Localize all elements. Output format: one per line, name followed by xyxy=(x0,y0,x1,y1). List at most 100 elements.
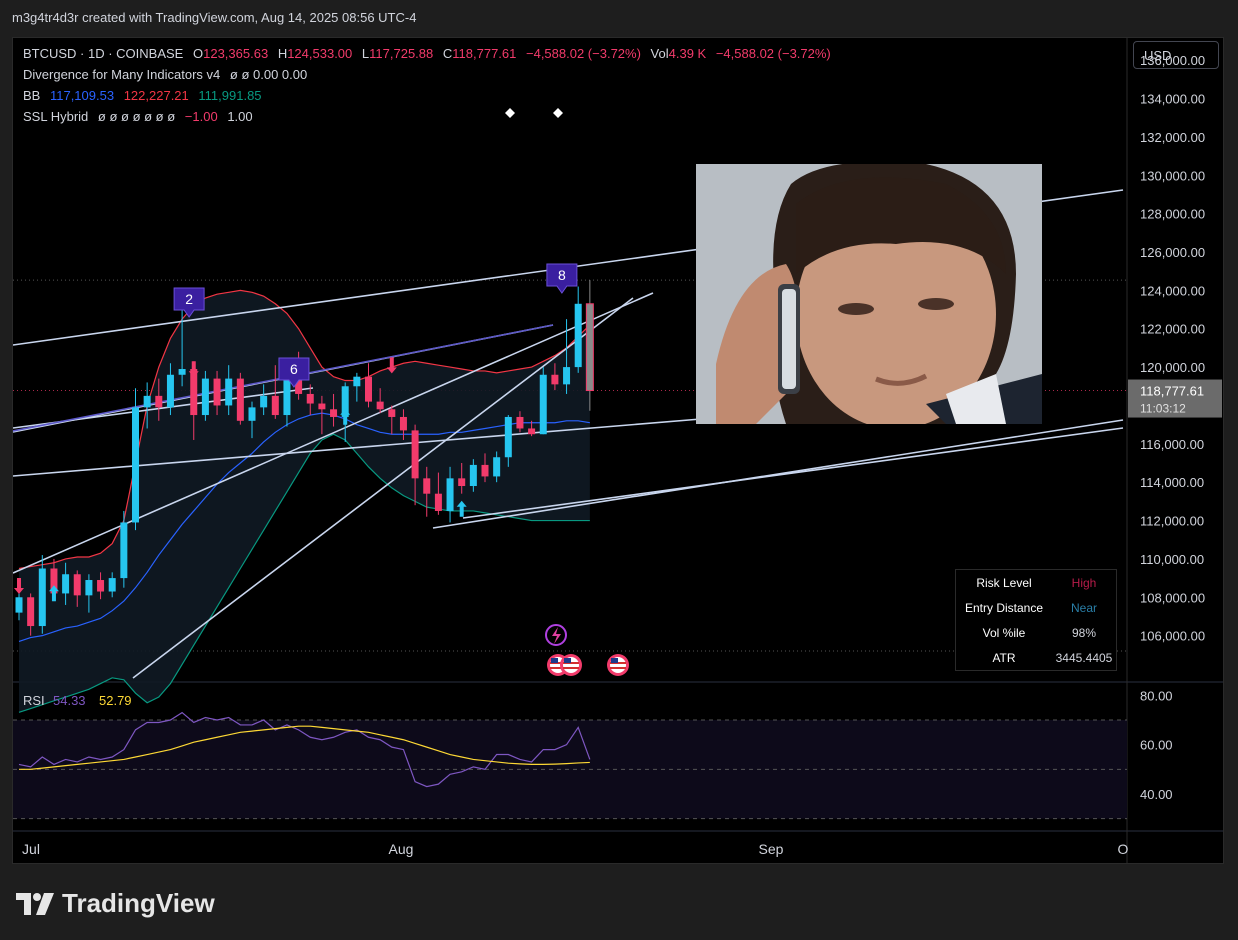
legend-bb: BB 117,109.53 122,227.21 111,991.85 xyxy=(23,88,268,103)
candle-body xyxy=(330,409,338,417)
legend-high-label: H xyxy=(277,46,288,61)
candle-body xyxy=(528,428,536,435)
price-tick-label: 134,000.00 xyxy=(1140,92,1205,107)
candle-body xyxy=(132,407,139,523)
risk-level-row: Risk Level High xyxy=(956,570,1116,595)
candle-body xyxy=(446,478,454,511)
bb-band-fill xyxy=(19,290,590,713)
candle-body xyxy=(73,574,81,596)
rsi-value: 54.33 xyxy=(53,693,86,708)
candle-body xyxy=(225,378,233,406)
legend-bb-name[interactable]: BB xyxy=(23,88,40,103)
candle-body xyxy=(365,376,372,402)
rsi-label: RSI xyxy=(23,693,45,708)
legend-ssl-name[interactable]: SSL Hybrid xyxy=(23,109,88,124)
time-tick-label: Sep xyxy=(759,841,784,857)
atr-row: ATR 3445.4405 xyxy=(956,645,1116,670)
us-flag-event-icon xyxy=(607,654,629,676)
candle-body xyxy=(388,409,396,417)
diamond-icon xyxy=(553,108,563,118)
price-tick-label: 108,000.00 xyxy=(1140,590,1205,605)
entry-distance-key: Entry Distance xyxy=(964,600,1044,615)
risk-info-table: Risk Level High Entry Distance Near Vol … xyxy=(955,569,1117,671)
legend-change: −4,588.02 (−3.72%) xyxy=(526,46,641,61)
signal-marker-label: 8 xyxy=(558,267,566,283)
candle-body xyxy=(469,464,477,487)
price-tick-label: 110,000.00 xyxy=(1140,552,1204,567)
tradingview-logo-icon xyxy=(16,892,54,915)
candle-body xyxy=(85,580,93,596)
vol-percentile-row: Vol %ile 98% xyxy=(956,620,1116,645)
time-tick-label: O xyxy=(1118,841,1129,857)
legend-vol-change: −4,588.02 (−3.72%) xyxy=(715,46,831,61)
currency-button[interactable]: USD xyxy=(1133,41,1219,69)
candle-body xyxy=(166,374,174,408)
vol-percentile-key: Vol %ile xyxy=(982,625,1026,640)
risk-level-key: Risk Level xyxy=(976,575,1032,590)
candle-body xyxy=(504,416,512,458)
rsi-tick-label: 40.00 xyxy=(1140,787,1173,802)
price-tick-label: 116,000.00 xyxy=(1140,437,1204,452)
flag-stripe xyxy=(563,667,579,669)
legend-high: 124,533.00 xyxy=(287,46,353,61)
chart-canvas[interactable]: 136,000.00134,000.00132,000.00130,000.00… xyxy=(13,38,1224,864)
price-tick-label: 120,000.00 xyxy=(1140,360,1205,375)
price-tick-label: 130,000.00 xyxy=(1140,168,1205,183)
legend-ohlc: BTCUSD · 1D · COINBASE O123,365.63 H124,… xyxy=(23,46,837,61)
legend-open: 123,365.63 xyxy=(203,46,269,61)
legend-ssl-empty: ø ø ø ø ø ø ø xyxy=(97,109,176,124)
legend-symbol[interactable]: BTCUSD · 1D · COINBASE xyxy=(23,46,183,61)
candle-body xyxy=(155,395,163,408)
lightning-event-icon xyxy=(545,624,567,646)
time-tick-label: Jul xyxy=(22,841,40,857)
legend-vol: 4.39 K xyxy=(668,46,707,61)
legend-ssl-pos: 1.00 xyxy=(227,109,253,124)
flag-canton xyxy=(551,658,558,663)
price-tick-label: 124,000.00 xyxy=(1140,283,1205,298)
candle-body xyxy=(120,522,128,579)
atr-value: 3445.4405 xyxy=(1055,650,1113,665)
last-price-label: 118,777.61 xyxy=(1140,384,1204,399)
chart-frame[interactable]: 136,000.00 134,000.00 132,000.00 130,000.00… xyxy=(12,37,1224,864)
candle-body xyxy=(178,369,186,375)
us-flag-event-icon xyxy=(560,654,582,676)
candle-body xyxy=(108,578,116,592)
candle-body xyxy=(62,574,70,594)
candle-body xyxy=(27,597,35,627)
legend-ssl: SSL Hybrid ø ø ø ø ø ø ø −1.00 1.00 xyxy=(23,109,259,124)
candle-body xyxy=(97,580,105,592)
legend-div-name[interactable]: Divergence for Many Indicators v4 xyxy=(23,67,220,82)
price-tick-label: 126,000.00 xyxy=(1140,245,1205,260)
entry-distance-value: Near xyxy=(1070,600,1097,615)
price-tick-label: 114,000.00 xyxy=(1140,475,1204,490)
signal-marker-label: 2 xyxy=(185,291,193,307)
rsi-tick-label: 60.00 xyxy=(1140,738,1173,753)
candle-body xyxy=(236,378,244,421)
legend-low: 117,725.88 xyxy=(369,46,434,61)
legend-ssl-neg: −1.00 xyxy=(184,109,218,124)
candle-body xyxy=(306,393,314,404)
tradingview-logo[interactable]: TradingView xyxy=(16,888,215,919)
legend-bb-basis: 117,109.53 xyxy=(49,88,115,103)
candle-body xyxy=(399,416,407,431)
atr-key: ATR xyxy=(992,650,1016,665)
entry-distance-row: Entry Distance Near xyxy=(956,595,1116,620)
legend-vol-label: Vol xyxy=(650,46,669,61)
candle-body xyxy=(516,416,524,429)
time-tick-label: Aug xyxy=(389,841,414,857)
vol-percentile-value: 98% xyxy=(1071,625,1097,640)
bar-countdown: 11:03:12 xyxy=(1140,402,1186,416)
candle-body xyxy=(434,493,442,511)
lightning-bolt xyxy=(552,627,561,644)
legend-close-label: C xyxy=(442,46,453,61)
last-candle-body xyxy=(585,303,594,392)
candle-body xyxy=(539,374,547,435)
flag-canton xyxy=(611,658,618,663)
price-tick-label: 132,000.00 xyxy=(1140,130,1205,145)
candle-body xyxy=(551,374,559,385)
candle-body xyxy=(493,457,501,477)
price-tick-label: 112,000.00 xyxy=(1140,514,1204,529)
candle-body xyxy=(38,568,46,627)
candle-body xyxy=(376,401,384,410)
candle-body xyxy=(563,367,571,385)
